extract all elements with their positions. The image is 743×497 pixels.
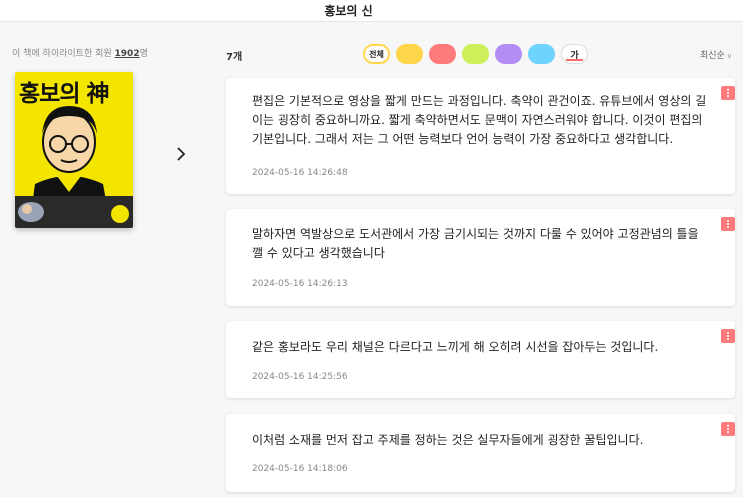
highlight-date: 2024-05-16 14:26:48 [252,168,348,178]
highlight-text: 편집은 기본적으로 영상을 짧게 만드는 과정입니다. 축약이 관건이죠. 유튜… [252,94,707,146]
chevron-right-icon[interactable] [176,146,186,165]
highlight-card[interactable]: 이처럼 소재를 먼저 잡고 주제를 정하는 것은 실무자들에게 굉장한 꿀팁입니… [226,414,735,492]
cover-badge [111,205,129,223]
highlight-text: 같은 홍보라도 우리 채널은 다르다고 느끼게 해 오히려 시선을 잡아두는 것… [252,340,659,354]
filter-all[interactable]: 전체 [363,44,390,64]
filter-red[interactable] [429,44,456,64]
filter-blue[interactable] [528,44,555,64]
color-filter-bar: 전체 가 [363,44,588,66]
book-cover[interactable]: 홍보의 神 [15,72,133,228]
member-count-text: 이 책에 하이라이트한 회원 1902명 [12,49,148,59]
sort-dropdown[interactable]: 최신순 ∨ [700,48,732,61]
more-menu-icon[interactable] [721,329,735,343]
highlight-date: 2024-05-16 14:25:56 [252,372,348,382]
filter-purple[interactable] [495,44,522,64]
book-sidebar: 이 책에 하이라이트한 회원 1902명 홍보의 神 [0,22,210,497]
top-bar: 홍보의 신 [0,0,743,22]
more-menu-icon[interactable] [721,217,735,231]
member-count[interactable]: 1902 [115,49,140,59]
highlight-text: 이처럼 소재를 먼저 잡고 주제를 정하는 것은 실무자들에게 굉장한 꿀팁입니… [252,433,644,447]
page-title: 홍보의 신 [324,4,373,18]
highlight-date: 2024-05-16 14:26:13 [252,279,348,289]
filter-yellow[interactable] [396,44,423,64]
more-menu-icon[interactable] [721,422,735,436]
highlight-count: 7개 [226,52,243,63]
highlight-text: 말하자면 역발상으로 도서관에서 가장 금기시되는 것까지 다룰 수 있어야 고… [252,227,699,260]
highlight-card[interactable]: 같은 홍보라도 우리 채널은 다르다고 느끼게 해 오히려 시선을 잡아두는 것… [226,321,735,398]
more-menu-icon[interactable] [721,86,735,100]
cover-photo [18,202,44,222]
highlight-date: 2024-05-16 14:18:06 [252,464,348,474]
highlight-card[interactable]: 말하자면 역발상으로 도서관에서 가장 금기시되는 것까지 다룰 수 있어야 고… [226,209,735,306]
filter-green[interactable] [462,44,489,64]
filter-text[interactable]: 가 [561,44,588,64]
highlight-card[interactable]: 편집은 기본적으로 영상을 짧게 만드는 과정입니다. 축약이 관건이죠. 유튜… [226,78,735,194]
chevron-down-icon: ∨ [726,52,732,60]
